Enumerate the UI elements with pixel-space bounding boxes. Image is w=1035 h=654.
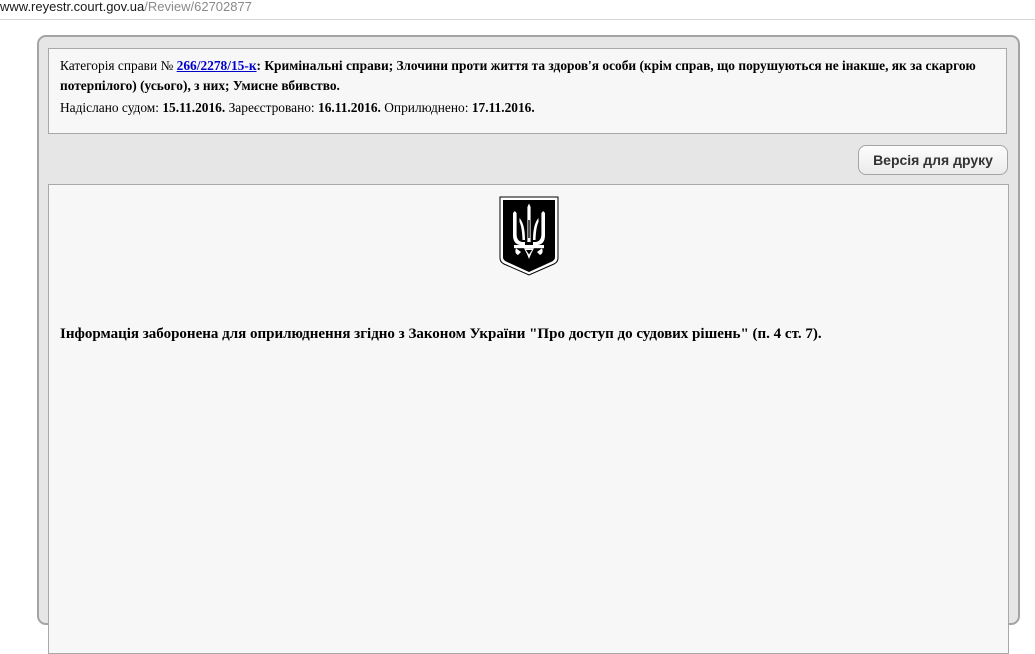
case-info-box: Категорія справи № 266/2278/15-к: Кримін… bbox=[48, 48, 1007, 134]
category-label: Категорія справи № bbox=[60, 58, 174, 73]
published-date: 17.11.2016. bbox=[471, 100, 535, 115]
case-dates-line: Надіслано судом: 15.11.2016. Зареєстрова… bbox=[60, 98, 995, 118]
address-bar-divider bbox=[0, 19, 1035, 20]
registered-label: Зареєстровано: bbox=[228, 100, 315, 115]
url-path: /Review/62702877 bbox=[144, 0, 252, 14]
sent-date: 15.11.2016. bbox=[162, 100, 226, 115]
published-label: Оприлюднено: bbox=[384, 100, 469, 115]
print-version-button[interactable]: Версія для друку bbox=[858, 145, 1008, 175]
review-panel: Категорія справи № 266/2278/15-к: Кримін… bbox=[37, 35, 1020, 654]
restricted-info-notice: Інформація заборонена для оприлюднення з… bbox=[60, 326, 822, 342]
url-domain: www.reyestr.court.gov.ua bbox=[0, 0, 145, 14]
case-number-link[interactable]: 266/2278/15-к bbox=[177, 58, 257, 73]
document-box: Інформація заборонена для оприлюднення з… bbox=[48, 184, 1009, 654]
registered-date: 16.11.2016. bbox=[318, 100, 381, 115]
case-category-line: Категорія справи № 266/2278/15-к: Кримін… bbox=[60, 56, 995, 96]
address-bar[interactable]: www.reyestr.court.gov.ua/Review/62702877 bbox=[0, 0, 1035, 19]
coat-of-arms-icon bbox=[499, 196, 559, 276]
sent-label: Надіслано судом: bbox=[60, 100, 159, 115]
